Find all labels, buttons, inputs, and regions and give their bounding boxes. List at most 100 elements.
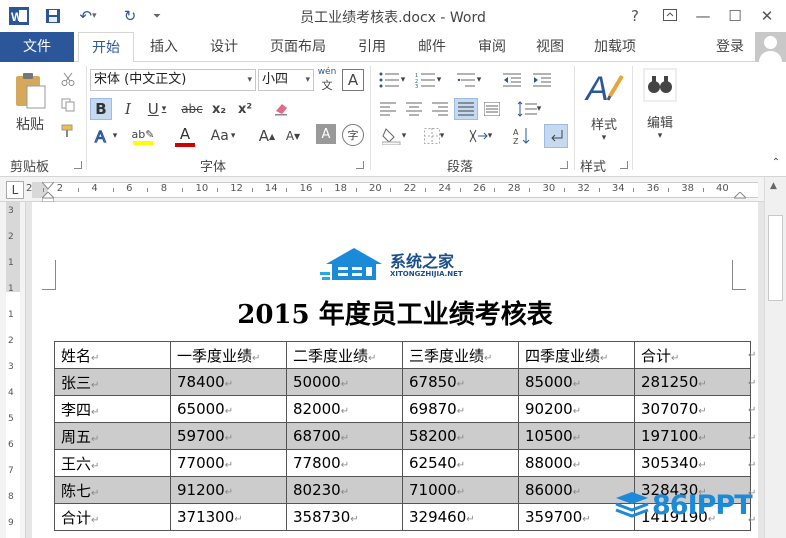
vertical-scrollbar[interactable]: ▲ <box>764 177 786 538</box>
minimize-button[interactable]: — <box>688 4 718 28</box>
table-cell[interactable]: 371300↵ <box>170 503 287 531</box>
table-cell[interactable]: 80230↵ <box>286 476 403 504</box>
table-cell[interactable]: 82000↵ <box>286 395 403 423</box>
table-cell[interactable]: 张三↵ <box>54 368 171 396</box>
table-cell[interactable]: 65000↵ <box>170 395 287 423</box>
cut-icon[interactable] <box>58 70 78 88</box>
table-cell[interactable]: 二季度业绩↵ <box>286 341 403 369</box>
table-cell[interactable]: 85000↵ <box>518 368 635 396</box>
collapse-ribbon-icon[interactable]: ⌃ <box>770 156 782 168</box>
show-formatting-marks-icon[interactable] <box>544 124 568 148</box>
table-cell[interactable]: 69870↵ <box>402 395 519 423</box>
chinese-layout-icon[interactable]: ▾ <box>462 124 498 148</box>
table-cell[interactable]: 358730↵ <box>286 503 403 531</box>
align-right-icon[interactable] <box>428 98 452 120</box>
bold-button[interactable]: B <box>90 98 112 120</box>
tab-home[interactable]: 开始 <box>78 32 134 63</box>
vertical-ruler[interactable]: 321112345678910 <box>0 202 26 538</box>
avatar[interactable] <box>755 32 786 63</box>
borders-icon[interactable]: ▾ <box>416 124 452 148</box>
grow-font-button[interactable]: A ▲ <box>256 124 278 148</box>
tab-review[interactable]: 审阅 <box>470 32 514 62</box>
styles-launcher-icon[interactable] <box>620 161 628 169</box>
editing-button[interactable]: 编辑 ▾ <box>638 68 682 148</box>
clipboard-launcher-icon[interactable] <box>74 161 82 169</box>
table-cell[interactable]: 合计↵ <box>54 503 171 531</box>
font-launcher-icon[interactable] <box>356 161 364 169</box>
scroll-up-icon[interactable]: ▲ <box>770 181 777 191</box>
login-link[interactable]: 登录 <box>716 32 744 62</box>
table-cell[interactable]: 合计↵ <box>634 341 751 369</box>
format-painter-icon[interactable] <box>58 122 78 140</box>
tab-file[interactable]: 文件 <box>0 32 74 62</box>
first-line-indent-icon[interactable] <box>40 179 56 190</box>
table-cell[interactable]: 59700↵ <box>170 422 287 450</box>
character-shading-button[interactable]: A <box>316 124 336 144</box>
table-cell[interactable]: 68700↵ <box>286 422 403 450</box>
table-cell[interactable]: 三季度业绩↵ <box>402 341 519 369</box>
styles-button[interactable]: A 样式 ▾ <box>580 68 628 148</box>
table-cell[interactable]: 周五↵ <box>54 422 171 450</box>
tab-selector-icon[interactable]: L <box>6 181 24 199</box>
superscript-button[interactable]: x² <box>234 98 256 120</box>
table-cell[interactable]: 陈七↵ <box>54 476 171 504</box>
clear-formatting-icon[interactable] <box>270 98 292 120</box>
highlight-color-button[interactable]: ab✎ <box>126 124 160 148</box>
scroll-thumb[interactable] <box>768 215 783 301</box>
bullets-icon[interactable]: ▾ <box>376 70 408 90</box>
ribbon-display-options-icon[interactable] <box>655 4 685 28</box>
phonetic-guide-button[interactable]: wén 文 <box>316 67 338 92</box>
paste-button[interactable]: 粘贴 <box>8 68 52 138</box>
save-icon[interactable] <box>42 6 64 26</box>
paragraph-launcher-icon[interactable] <box>560 161 568 169</box>
tab-view[interactable]: 视图 <box>528 32 572 62</box>
table-cell[interactable]: 62540↵ <box>402 449 519 477</box>
table-cell[interactable]: 307070↵ <box>634 395 751 423</box>
table-cell[interactable]: 305340↵ <box>634 449 751 477</box>
table-cell[interactable]: 一季度业绩↵ <box>170 341 287 369</box>
tab-addins[interactable]: 加载项 <box>586 32 644 62</box>
change-case-button[interactable]: Aa ▾ <box>206 124 240 148</box>
numbering-icon[interactable]: 1 2 3 ▾ <box>412 70 444 90</box>
tab-mailings[interactable]: 邮件 <box>410 32 454 62</box>
help-button[interactable]: ? <box>620 4 650 28</box>
table-cell[interactable]: 77000↵ <box>170 449 287 477</box>
right-indent-icon[interactable] <box>732 191 748 201</box>
tab-design[interactable]: 设计 <box>202 32 246 62</box>
decrease-indent-icon[interactable] <box>500 70 524 90</box>
table-cell[interactable]: 197100↵ <box>634 422 751 450</box>
enclose-characters-button[interactable]: 字 <box>342 124 364 146</box>
align-center-icon[interactable] <box>402 98 426 120</box>
multilevel-list-icon[interactable]: ▾ <box>450 70 486 90</box>
table-cell[interactable]: 四季度业绩↵ <box>518 341 635 369</box>
horizontal-ruler[interactable]: L 2 2 4 6 8 10 12 14 16 18 20 22 24 26 28 30 32 34 36 38 40 <box>0 177 786 203</box>
table-cell[interactable]: 281250↵ <box>634 368 751 396</box>
copy-icon[interactable] <box>58 96 78 114</box>
strikethrough-button[interactable]: abc <box>178 98 206 120</box>
underline-button[interactable]: U ▾ <box>142 98 172 120</box>
font-name-combo[interactable]: 宋体 (中文正文) ▾ <box>90 69 256 91</box>
undo-icon[interactable]: ↶ ▾ <box>74 6 102 26</box>
font-color-button[interactable]: A <box>168 124 202 148</box>
table-cell[interactable]: 78400↵ <box>170 368 287 396</box>
close-button[interactable]: ✕ <box>752 4 782 28</box>
font-size-combo[interactable]: 小四 ▾ <box>258 69 314 91</box>
tab-references[interactable]: 引用 <box>350 32 394 62</box>
line-spacing-icon[interactable]: ▾ <box>512 98 546 120</box>
distributed-icon[interactable] <box>480 98 504 120</box>
increase-indent-icon[interactable] <box>530 70 554 90</box>
hanging-indent-icon[interactable] <box>40 191 56 203</box>
tab-page-layout[interactable]: 页面布局 <box>262 32 334 62</box>
table-cell[interactable]: 88000↵ <box>518 449 635 477</box>
table-cell[interactable]: 50000↵ <box>286 368 403 396</box>
table-cell[interactable]: 77800↵ <box>286 449 403 477</box>
tab-insert[interactable]: 插入 <box>142 32 186 62</box>
shrink-font-button[interactable]: A ▼ <box>282 124 304 148</box>
table-cell[interactable]: 58200↵ <box>402 422 519 450</box>
customize-qat-icon[interactable]: ⏷ <box>150 6 164 26</box>
align-left-icon[interactable] <box>376 98 400 120</box>
restore-button[interactable]: ☐ <box>720 4 750 28</box>
table-cell[interactable]: 姓名↵ <box>54 341 171 369</box>
table-cell[interactable]: 71000↵ <box>402 476 519 504</box>
table-cell[interactable]: 10500↵ <box>518 422 635 450</box>
